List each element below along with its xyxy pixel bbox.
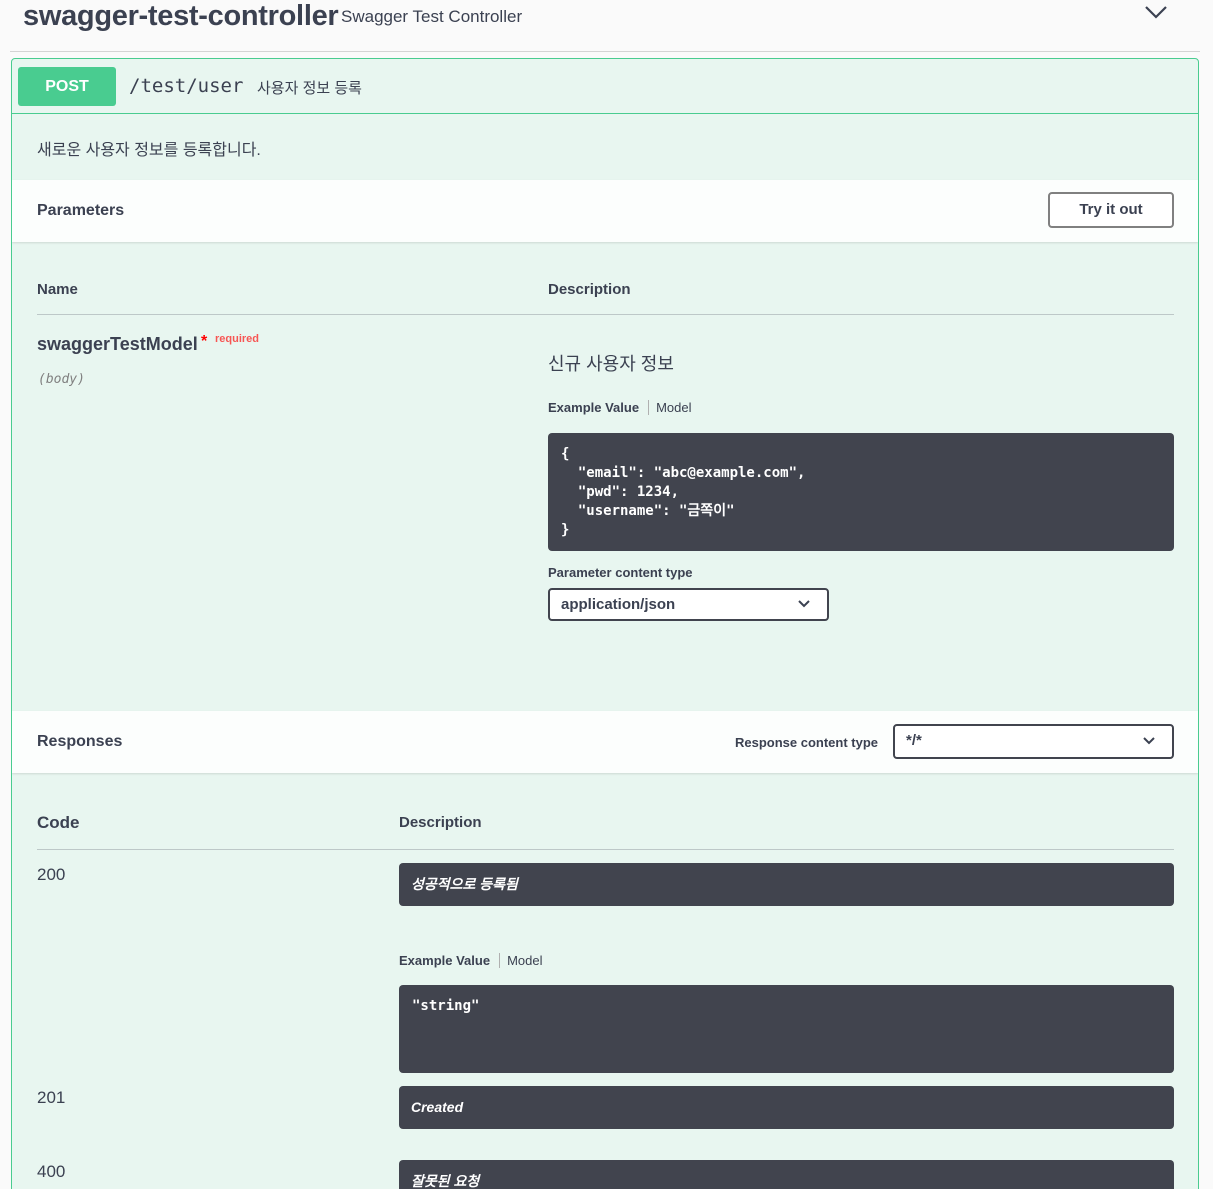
- response-description: 성공적으로 등록됨: [399, 863, 1174, 906]
- chevron-down-icon[interactable]: [1144, 4, 1168, 20]
- tab-example-value[interactable]: Example Value: [548, 400, 650, 415]
- chevron-down-icon: [798, 600, 810, 608]
- operation-path: /test/user: [129, 75, 244, 97]
- parameters-title: Parameters: [37, 202, 125, 219]
- param-example-tabs: Example Value Model: [548, 400, 691, 415]
- response-description: 잘못된 요청: [399, 1160, 1174, 1189]
- param-content-type-value: application/json: [561, 596, 676, 613]
- response-content-type-value: */*: [906, 732, 922, 749]
- responses-title: Responses: [37, 733, 123, 750]
- param-example-code: { "email": "abc@example.com", "pwd": 123…: [548, 433, 1174, 551]
- operation-block: POST /test/user 사용자 정보 등록 새로운 사용자 정보를 등록…: [11, 58, 1199, 1189]
- parameters-header: Parameters Try it out: [12, 180, 1198, 242]
- try-it-out-button[interactable]: Try it out: [1048, 192, 1174, 228]
- required-label: required: [215, 333, 260, 345]
- tag-description: Swagger Test Controller: [341, 7, 523, 26]
- param-in: (body): [38, 372, 85, 387]
- param-content-type-label: Parameter content type: [548, 565, 693, 580]
- resp-table-divider: [37, 849, 1174, 850]
- response-content-type-select[interactable]: */*: [893, 724, 1174, 759]
- param-name: swaggerTestModel: [37, 334, 198, 354]
- operation-summary[interactable]: POST /test/user 사용자 정보 등록: [12, 59, 1198, 114]
- tab-example-value[interactable]: Example Value: [399, 953, 501, 968]
- resp-col-code: Code: [37, 813, 80, 832]
- response-example-tabs: Example Value Model: [399, 953, 542, 968]
- resp-col-description: Description: [399, 814, 482, 831]
- method-badge: POST: [18, 67, 116, 106]
- param-col-name: Name: [37, 281, 78, 298]
- required-star: *: [201, 333, 208, 350]
- response-content-type-label: Response content type: [735, 735, 879, 750]
- param-description: 신규 사용자 정보: [548, 354, 674, 374]
- response-code: 400: [37, 1162, 66, 1181]
- tab-model[interactable]: Model: [649, 400, 691, 415]
- responses-header: Responses Response content type */*: [12, 711, 1198, 773]
- response-code: 201: [37, 1088, 66, 1107]
- tag-header[interactable]: swagger-test-controller Swagger Test Con…: [0, 0, 1213, 52]
- param-table-divider: [37, 314, 1174, 315]
- tag-title[interactable]: swagger-test-controller: [23, 0, 339, 33]
- param-content-type-select[interactable]: application/json: [548, 588, 829, 621]
- operation-description: 새로운 사용자 정보를 등록합니다.: [37, 142, 261, 159]
- response-code: 200: [37, 865, 66, 884]
- response-example-code: "string": [399, 985, 1174, 1073]
- chevron-down-icon: [1143, 737, 1155, 745]
- param-col-description: Description: [548, 281, 631, 298]
- response-description: Created: [399, 1086, 1174, 1129]
- tag-divider: [10, 51, 1200, 52]
- tab-model[interactable]: Model: [500, 953, 542, 968]
- operation-summary-text: 사용자 정보 등록: [257, 80, 362, 97]
